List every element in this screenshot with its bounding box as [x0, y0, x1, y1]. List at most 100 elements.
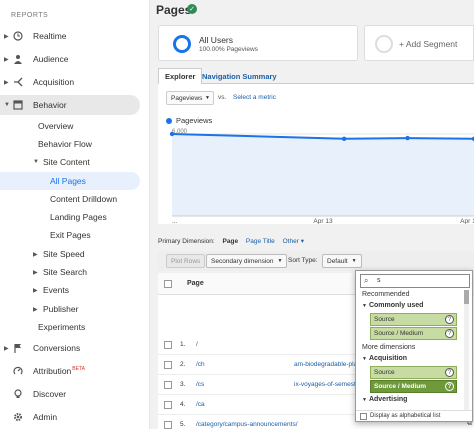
sidebar-item-exit-pages[interactable]: Exit Pages	[0, 226, 140, 244]
row-checkbox[interactable]	[164, 421, 172, 429]
segment-all-users[interactable]: All Users 100.00% Pageviews	[158, 25, 358, 61]
sidebar-item-site-search[interactable]: ▶ Site Search	[0, 263, 140, 281]
sidebar-item-label: Landing Pages	[50, 212, 107, 222]
sidebar-item-discover[interactable]: Discover	[0, 384, 140, 404]
group-label: Commonly used	[368, 302, 424, 309]
main-content: Pages ✓ All Users 100.00% Pageviews + Ad…	[150, 0, 474, 429]
sidebar-item-audience[interactable]: ▶ Audience	[0, 49, 140, 69]
sidebar-item-behavior[interactable]: ▼ Behavior	[0, 95, 140, 115]
more-dimensions-heading: More dimensions	[362, 344, 416, 351]
search-icon: ⌕	[364, 276, 369, 285]
sidebar-item-site-content[interactable]: ▼ Site Content	[0, 153, 140, 171]
dimension-page-title[interactable]: Page Title	[246, 238, 275, 245]
group-advertising[interactable]: ▼ Advertising	[362, 396, 407, 403]
sidebar-item-attribution[interactable]: AttributionBETA	[0, 361, 140, 381]
sidebar-item-realtime[interactable]: ▶ Realtime	[0, 26, 140, 46]
sidebar-item-overview[interactable]: Overview	[0, 117, 140, 135]
row-checkbox[interactable]	[164, 361, 172, 369]
help-icon[interactable]: ?	[445, 368, 454, 377]
option-label: Source / Medium	[374, 330, 424, 337]
secondary-dimension-button[interactable]: Secondary dimension ▼	[206, 254, 288, 268]
dropdown-search-input[interactable]: ⌕ s	[360, 274, 470, 288]
row-number: 1.	[180, 341, 186, 348]
sidebar-item-content-drilldown[interactable]: Content Drilldown	[0, 190, 140, 208]
data-point[interactable]	[169, 131, 175, 137]
row-page-link[interactable]: /category/campus-announcements/	[196, 421, 298, 428]
attribution-icon	[12, 365, 24, 377]
secondary-dimension-dropdown: ⌕ s Recommended ▼ Commonly used Source ? …	[355, 270, 473, 422]
select-all-checkbox[interactable]	[164, 280, 172, 288]
add-segment-label: + Add Segment	[399, 39, 458, 49]
sidebar-item-site-speed[interactable]: ▶ Site Speed	[0, 245, 140, 263]
sidebar-item-label: Events	[43, 285, 69, 295]
row-page-link[interactable]: /ca	[196, 401, 205, 408]
sidebar-item-label: Site Search	[43, 267, 87, 277]
column-header-page[interactable]: Page	[187, 280, 204, 287]
segment-subtitle: 100.00% Pageviews	[199, 46, 258, 53]
segment-circle-icon	[173, 35, 191, 53]
sidebar-item-label: Discover	[33, 389, 67, 399]
sidebar-item-landing-pages[interactable]: Landing Pages	[0, 208, 140, 226]
sidebar-item-experiments[interactable]: Experiments	[0, 318, 140, 336]
sidebar-item-label: Admin	[33, 412, 58, 422]
option-label: Source / Medium	[374, 383, 427, 390]
caret-down-icon: ▼	[4, 102, 10, 108]
dimension-page[interactable]: Page	[223, 238, 239, 245]
row-checkbox[interactable]	[164, 381, 172, 389]
group-commonly-used[interactable]: ▼ Commonly used	[362, 302, 423, 309]
x-tick-label: ...	[172, 218, 178, 224]
primary-dimension-label: Primary Dimension:	[158, 238, 215, 245]
dropdown-scrollbar[interactable]	[464, 290, 469, 410]
help-icon[interactable]: ?	[445, 315, 454, 324]
sort-type-select[interactable]: Default ▼	[322, 254, 362, 268]
caret-right-icon: ▶	[33, 306, 38, 313]
person-icon	[12, 53, 24, 65]
row-page-link[interactable]: /	[196, 341, 198, 348]
add-segment-button[interactable]: + Add Segment	[364, 25, 474, 61]
sidebar-item-publisher[interactable]: ▶ Publisher	[0, 300, 140, 318]
group-acquisition[interactable]: ▼ Acquisition	[362, 355, 407, 362]
caret-down-icon: ▼	[362, 397, 367, 403]
data-point[interactable]	[341, 136, 347, 141]
plot-rows-button[interactable]: Plot Rows	[166, 254, 206, 268]
scrollbar-thumb[interactable]	[464, 290, 469, 304]
caret-down-icon: ▼	[33, 159, 39, 165]
sidebar-item-conversions[interactable]: ▶ Conversions	[0, 338, 140, 358]
caret-right-icon: ▶	[33, 269, 38, 276]
sidebar-item-events[interactable]: ▶ Events	[0, 281, 140, 299]
caret-right-icon: ▶	[33, 287, 38, 294]
row-number: 4.	[180, 401, 186, 408]
sidebar: REPORTS ▶ Realtime ▶ Audience ▶ Acquisit…	[0, 0, 150, 429]
data-point[interactable]	[405, 135, 410, 141]
option-acquisition-source[interactable]: Source ?	[370, 366, 457, 379]
sidebar-item-all-pages[interactable]: All Pages	[0, 172, 140, 190]
alphabetical-checkbox[interactable]	[360, 413, 367, 420]
row-checkbox[interactable]	[164, 401, 172, 409]
sidebar-item-label: Exit Pages	[50, 230, 91, 240]
check-icon: ✓	[187, 4, 197, 14]
help-icon[interactable]: ?	[445, 329, 454, 338]
sidebar-item-label: Site Content	[43, 157, 90, 167]
sidebar-item-label: All Pages	[50, 176, 86, 186]
tab-navigation-summary[interactable]: Navigation Summary	[196, 68, 283, 84]
dropdown-footer: Display as alphabetical list	[356, 410, 472, 422]
sidebar-item-acquisition[interactable]: ▶ Acquisition	[0, 72, 140, 92]
option-source-medium[interactable]: Source / Medium ?	[370, 327, 457, 340]
option-acquisition-source-medium[interactable]: Source / Medium ?	[370, 380, 457, 393]
sidebar-item-behavior-flow[interactable]: Behavior Flow	[0, 135, 140, 153]
caret-right-icon: ▶	[4, 345, 9, 352]
x-tick-label: Apr 1	[460, 218, 474, 224]
row-page-link[interactable]: /ch	[196, 361, 205, 368]
option-source[interactable]: Source ?	[370, 313, 457, 326]
caret-right-icon: ▶	[4, 79, 9, 86]
row-page-link[interactable]: /cs	[196, 381, 204, 388]
row-number: 5.	[180, 421, 186, 428]
option-label: Source	[374, 369, 395, 376]
row-checkbox[interactable]	[164, 341, 172, 349]
dimension-other[interactable]: Other ▾	[283, 238, 304, 245]
flag-icon	[12, 342, 24, 354]
sidebar-item-admin[interactable]: Admin	[0, 407, 140, 427]
group-label: Advertising	[368, 396, 408, 403]
chevron-down-icon: ▼	[277, 258, 283, 264]
help-icon[interactable]: ?	[445, 382, 454, 391]
